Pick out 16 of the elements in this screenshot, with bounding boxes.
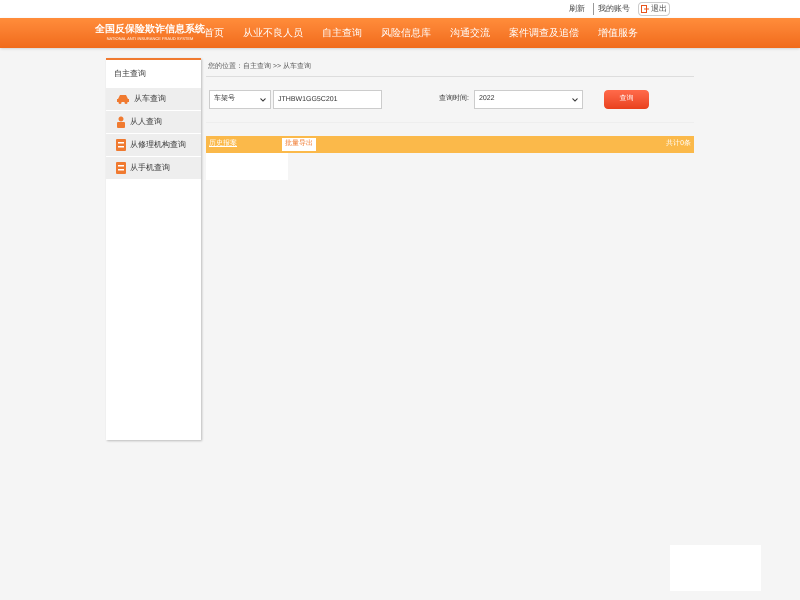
sidebar-item[interactable]: 从修理机构查询 — [106, 134, 201, 157]
chevron-down-icon — [572, 98, 578, 102]
top-link[interactable]: 刷新 — [569, 3, 585, 15]
logo-title: 全国反保险欺诈信息系统 — [95, 25, 205, 35]
sidebar-item[interactable]: 从手机查询 — [106, 157, 201, 180]
sidebar-item[interactable]: 从车查询 — [106, 88, 201, 111]
logout-button[interactable]: 退出 — [638, 2, 670, 16]
car-icon — [116, 94, 130, 104]
sidebar-item[interactable]: 从人查询 — [106, 111, 201, 134]
chevron-down-icon — [260, 98, 266, 102]
document-icon — [116, 139, 126, 151]
document-icon — [116, 162, 126, 174]
sidebar-title: 自主查询 — [113, 68, 147, 80]
exit-icon — [641, 5, 649, 13]
person-icon — [116, 116, 126, 128]
top-link[interactable]: 我的账号 — [593, 3, 630, 15]
